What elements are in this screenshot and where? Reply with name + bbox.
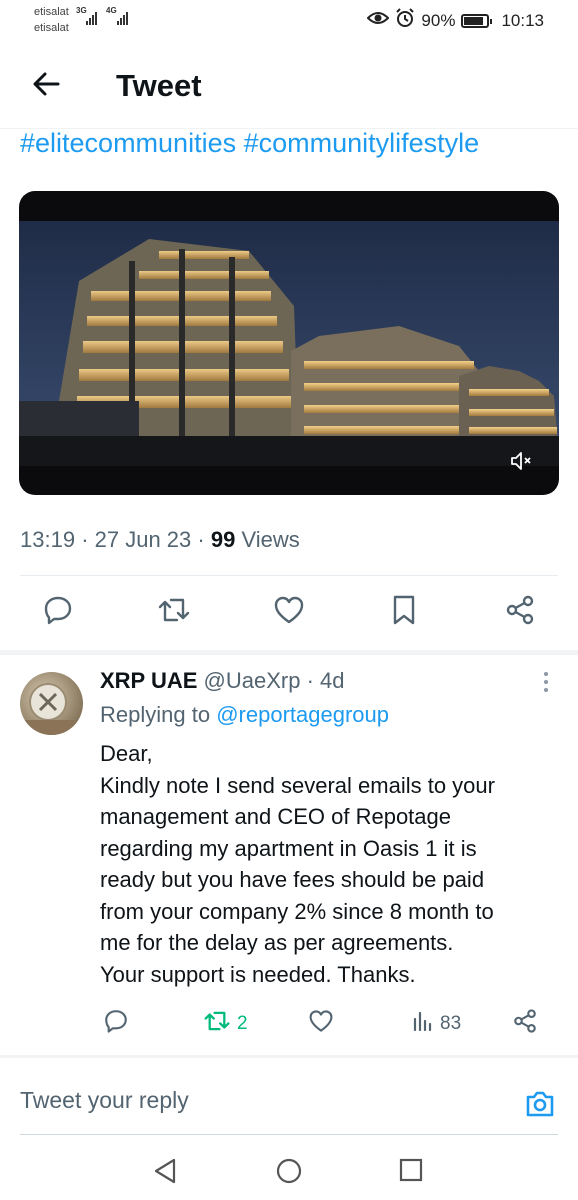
retweet-icon[interactable]: [154, 590, 194, 630]
reply-text: Dear, Kindly note I send several emails …: [100, 738, 560, 990]
hashtag-link[interactable]: #communitylifestyle: [244, 128, 480, 158]
reply-composer: [0, 1075, 578, 1135]
replying-prefix: Replying to: [100, 702, 211, 727]
back-arrow-icon[interactable]: [28, 66, 64, 102]
system-nav-bar: [0, 1140, 578, 1200]
tweet-time: 13:19: [20, 527, 76, 552]
reply-separator: [0, 1055, 578, 1058]
alarm-icon: [395, 8, 415, 33]
tweet-hashtags: #elitecommunities #communitylifestyle: [20, 128, 479, 159]
reply-line: Your support is needed. Thanks.: [100, 961, 416, 987]
battery-icon: [461, 13, 493, 28]
mute-icon[interactable]: [509, 449, 533, 473]
reply-age: 4d: [320, 668, 345, 693]
views-icon: [412, 1010, 434, 1038]
avatar[interactable]: [20, 672, 83, 735]
reply-icon[interactable]: [38, 590, 78, 630]
carrier-2: etisalat: [34, 22, 69, 34]
eye-icon: [367, 10, 390, 31]
user-handle[interactable]: @UaeXrp: [204, 668, 301, 693]
signal-bars-1: [86, 12, 97, 25]
status-bar: etisalat etisalat 3G 4G 90% 10:13: [0, 0, 578, 44]
hashtag-link[interactable]: #elitecommunities: [20, 128, 236, 158]
tweet-meta: 13:19 · 27 Jun 23 · 99 Views: [20, 527, 300, 552]
like-icon[interactable]: [269, 590, 309, 630]
home-circle-icon[interactable]: [276, 1158, 302, 1189]
signal-bars-2: [117, 12, 128, 25]
like-icon: [308, 1009, 334, 1039]
recents-square-icon[interactable]: [399, 1158, 423, 1187]
mention-link[interactable]: @reportagegroup: [216, 702, 389, 727]
share-icon[interactable]: [500, 590, 540, 630]
views-count: 83: [440, 1013, 462, 1034]
tweet-date: 27 Jun 23: [94, 527, 192, 552]
reply-like-button[interactable]: [308, 1008, 334, 1040]
camera-icon[interactable]: [524, 1089, 556, 1119]
reply-icon: [103, 1008, 129, 1040]
meta-divider: [20, 575, 558, 576]
reply-input[interactable]: [20, 1087, 500, 1114]
reply-share-button[interactable]: [512, 1008, 538, 1040]
reply-line: management and CEO of Repotage: [100, 804, 452, 829]
replying-to: Replying to @reportagegroup: [100, 702, 389, 728]
video-frame: [19, 221, 559, 466]
reply-actions: 2 83: [0, 1008, 578, 1042]
display-name[interactable]: XRP UAE: [100, 668, 197, 693]
reply-header: XRP UAE @UaeXrp · 4d: [100, 668, 345, 693]
reply-line: me for the delay as per agreements.: [100, 930, 454, 955]
page-title: Tweet: [116, 68, 202, 103]
back-triangle-icon[interactable]: [153, 1158, 177, 1189]
bookmark-icon[interactable]: [384, 590, 424, 630]
composer-underline: [20, 1134, 558, 1135]
views-label[interactable]: Views: [241, 527, 299, 552]
retweet-count: 2: [237, 1013, 248, 1034]
views-count: 99: [210, 527, 236, 552]
reply-line: ready but you have fees should be paid: [100, 867, 485, 892]
top-app-bar: Tweet: [0, 52, 578, 122]
reply-retweet-button[interactable]: 2: [203, 1008, 248, 1040]
reply-line: regarding my apartment in Oasis 1 it is: [100, 835, 477, 861]
reply-views-button[interactable]: 83: [412, 1008, 461, 1040]
share-icon: [512, 1008, 538, 1040]
more-options-icon[interactable]: [541, 670, 551, 694]
network-type-2: 4G: [106, 6, 117, 15]
reply-line: Kindly note I send several emails to you…: [100, 772, 495, 798]
carrier-1: etisalat: [34, 6, 69, 18]
section-separator: [0, 650, 578, 655]
clock: 10:13: [501, 10, 544, 30]
tweet-actions: [0, 590, 578, 640]
reply-line: Dear,: [100, 741, 153, 766]
tweet-video[interactable]: [19, 191, 559, 495]
retweet-icon: [203, 1008, 231, 1040]
reply-reply-button[interactable]: [103, 1008, 129, 1040]
battery-level: 90%: [421, 10, 456, 30]
reply-line: from your company 2% since 8 month to: [100, 898, 494, 924]
